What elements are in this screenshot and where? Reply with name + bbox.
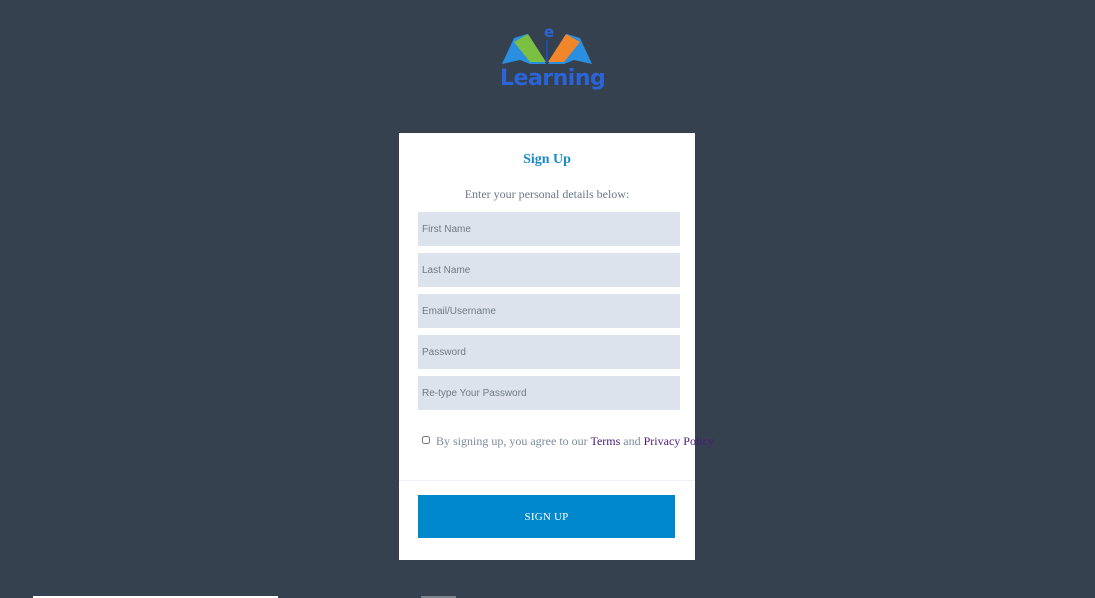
email-username-input[interactable] — [418, 294, 680, 328]
terms-link[interactable]: Terms — [590, 434, 620, 448]
signup-card: Sign Up Enter your personal details belo… — [399, 133, 714, 560]
terms-row: By signing up, you agree to our Terms an… — [422, 434, 714, 449]
form-subtitle: Enter your personal details below: — [464, 187, 630, 201]
terms-connector: and — [623, 434, 641, 448]
elearning-logo: e Learning — [500, 22, 606, 100]
last-name-input[interactable] — [418, 253, 680, 287]
privacy-policy-link[interactable]: Privacy Policy — [644, 434, 714, 448]
retype-password-input[interactable] — [418, 376, 680, 410]
svg-text:e: e — [544, 23, 554, 41]
terms-checkbox[interactable] — [422, 436, 430, 444]
terms-text: By signing up, you agree to our — [436, 434, 588, 448]
first-name-input[interactable] — [418, 212, 680, 246]
form-title: Sign Up — [523, 152, 571, 167]
password-input[interactable] — [418, 335, 680, 369]
sign-up-button[interactable]: SIGN UP — [418, 495, 675, 538]
logo-wordmark: Learning — [500, 66, 606, 91]
form-divider — [399, 480, 695, 481]
